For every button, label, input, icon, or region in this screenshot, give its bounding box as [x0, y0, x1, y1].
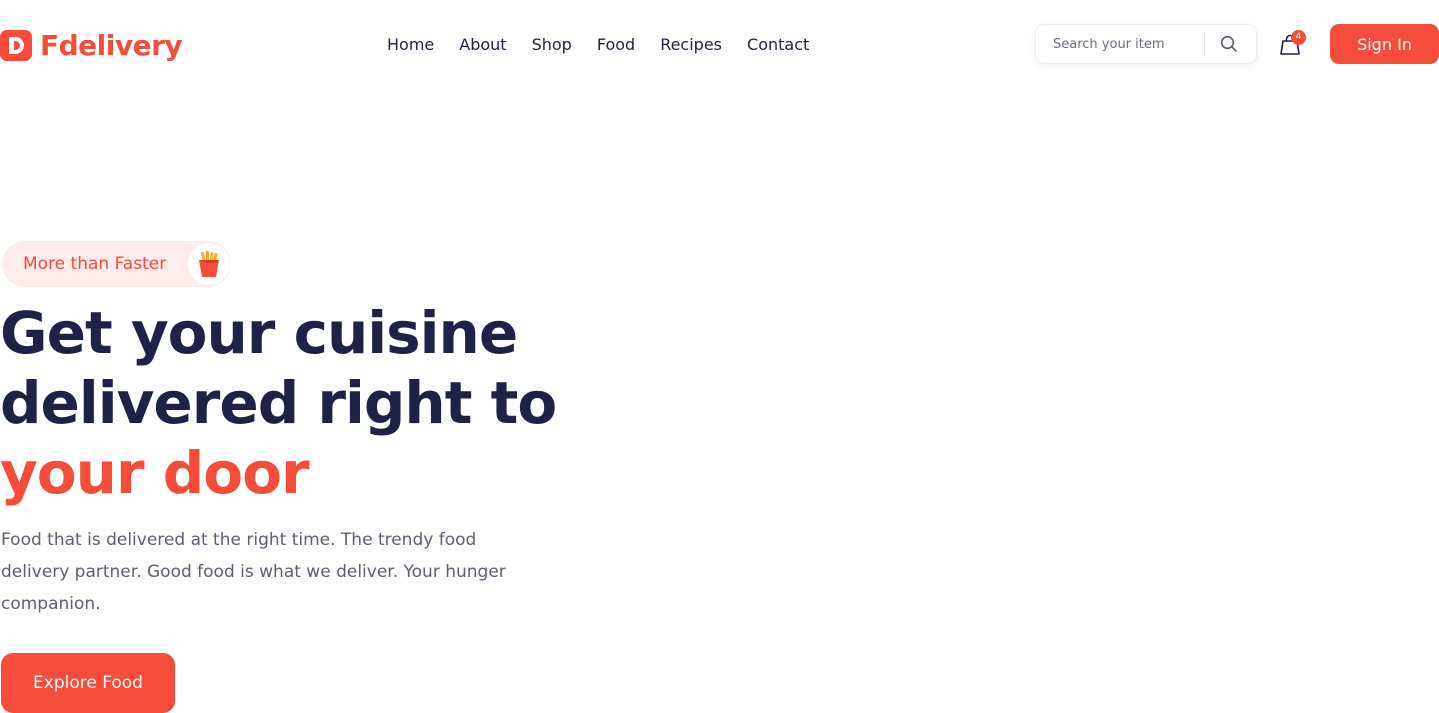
- nav-link-recipes[interactable]: Recipes: [660, 35, 722, 54]
- landing-page: Fdelivery Home About Shop Food Recipes C…: [0, 0, 1439, 713]
- main-nav: Home About Shop Food Recipes Contact: [387, 33, 809, 55]
- search-button[interactable]: [1205, 25, 1253, 63]
- nav-link-contact[interactable]: Contact: [747, 35, 809, 54]
- cart-count-badge: 4: [1291, 30, 1306, 45]
- tagline-text: More than Faster: [23, 254, 167, 274]
- nav-link-about[interactable]: About: [459, 35, 506, 54]
- tagline-badge: More than Faster: [2, 241, 231, 287]
- nav-link-home[interactable]: Home: [387, 35, 434, 54]
- brand-name: Fdelivery: [40, 28, 183, 62]
- nav-link-food[interactable]: Food: [597, 35, 635, 54]
- brand-logo[interactable]: Fdelivery: [0, 28, 183, 62]
- hero-description: Food that is delivered at the right time…: [1, 530, 506, 614]
- sign-in-button[interactable]: Sign In: [1330, 24, 1439, 64]
- logo-mark-icon: [0, 29, 32, 61]
- headline-line-2: delivered right to: [0, 369, 557, 437]
- search-input[interactable]: [1036, 36, 1204, 52]
- fries-icon: [188, 243, 230, 285]
- nav-link-shop[interactable]: Shop: [532, 35, 572, 54]
- headline-accent: your door: [0, 439, 310, 507]
- headline-line-1: Get your cuisine: [0, 299, 518, 367]
- hero-headline: Get your cuisine delivered right to your…: [0, 298, 620, 508]
- search-icon: [1220, 35, 1237, 52]
- search-box: [1035, 24, 1257, 64]
- explore-food-button[interactable]: Explore Food: [1, 653, 175, 713]
- cart-button[interactable]: 4: [1280, 30, 1306, 57]
